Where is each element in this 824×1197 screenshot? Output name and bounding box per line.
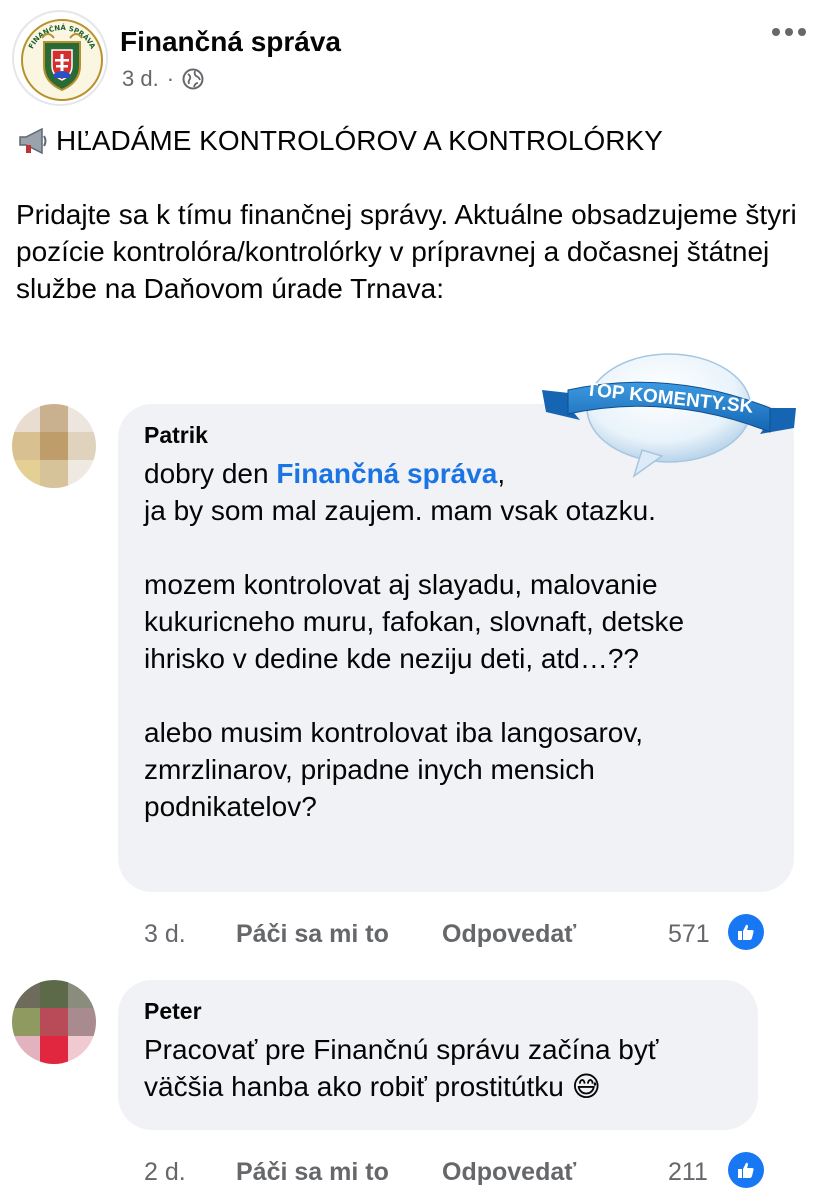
- globe-icon: [182, 68, 204, 90]
- more-dot: [798, 28, 806, 36]
- topkomenty-badge: TOP KOMENTY.SK: [542, 353, 796, 478]
- more-dot: [785, 28, 793, 36]
- comment-text: dobry den Finančná správa, ja by som mal…: [144, 455, 768, 825]
- financna-sprava-logo: FINANČNÁ SPRÁVA: [16, 14, 106, 104]
- post-title-text: HĽADÁME KONTROLÓROV A KONTROLÓRKY: [56, 125, 663, 156]
- megaphone-icon: [19, 127, 47, 154]
- comment-line: ja by som mal zaujem. mam vsak otazku.: [144, 495, 656, 526]
- like-button[interactable]: Páči sa mi to: [236, 1158, 389, 1187]
- commenter-avatar[interactable]: [12, 980, 96, 1064]
- comment-punct: ,: [497, 458, 506, 489]
- more-options-button[interactable]: [772, 28, 806, 36]
- post-time[interactable]: 3 d.: [122, 66, 159, 92]
- comment-text: Pracovať pre Finančnú správu začína byť …: [144, 1031, 732, 1105]
- page-avatar[interactable]: FINANČNÁ SPRÁVA: [12, 10, 108, 106]
- meta-separator: ·: [166, 66, 175, 91]
- comment-time[interactable]: 3 d.: [144, 920, 186, 949]
- more-dot: [772, 28, 780, 36]
- comment-actions: 2 d. Páči sa mi to Odpovedať 211: [144, 1152, 784, 1192]
- sweat-smile-emoji: 😅: [571, 1071, 601, 1102]
- post-meta: 3 d. ·: [122, 66, 204, 92]
- like-button[interactable]: Páči sa mi to: [236, 920, 389, 949]
- reply-button[interactable]: Odpovedať: [442, 920, 576, 949]
- comment-paragraph: alebo musim kontrolovat iba langosarov, …: [144, 717, 644, 822]
- comment-greeting: dobry den: [144, 458, 277, 489]
- like-icon[interactable]: [728, 1152, 764, 1188]
- mention-link[interactable]: Finančná správa: [276, 458, 497, 489]
- reply-button[interactable]: Odpovedať: [442, 1158, 576, 1187]
- like-icon[interactable]: [728, 914, 764, 950]
- post-header: FINANČNÁ SPRÁVA Finančná správa 3 d. ·: [0, 0, 824, 110]
- like-count[interactable]: 571: [668, 920, 710, 949]
- comment-actions: 3 d. Páči sa mi to Odpovedať 571: [144, 914, 784, 954]
- comment-paragraph: mozem kontrolovat aj slayadu, malovanie …: [144, 569, 685, 674]
- post-body: HĽADÁME KONTROLÓROV A KONTROLÓRKY Pridaj…: [16, 122, 816, 307]
- commenter-avatar[interactable]: [12, 404, 96, 488]
- comment-author[interactable]: Peter: [144, 998, 732, 1025]
- like-count[interactable]: 211: [668, 1158, 708, 1187]
- post-title: HĽADÁME KONTROLÓROV A KONTROLÓRKY: [16, 122, 816, 159]
- page-name[interactable]: Finančná správa: [120, 26, 341, 58]
- post-text: Pridajte sa k tímu finančnej správy. Akt…: [16, 199, 797, 304]
- comment-bubble: Peter Pracovať pre Finančnú správu začín…: [118, 980, 758, 1130]
- comment-time[interactable]: 2 d.: [144, 1158, 186, 1187]
